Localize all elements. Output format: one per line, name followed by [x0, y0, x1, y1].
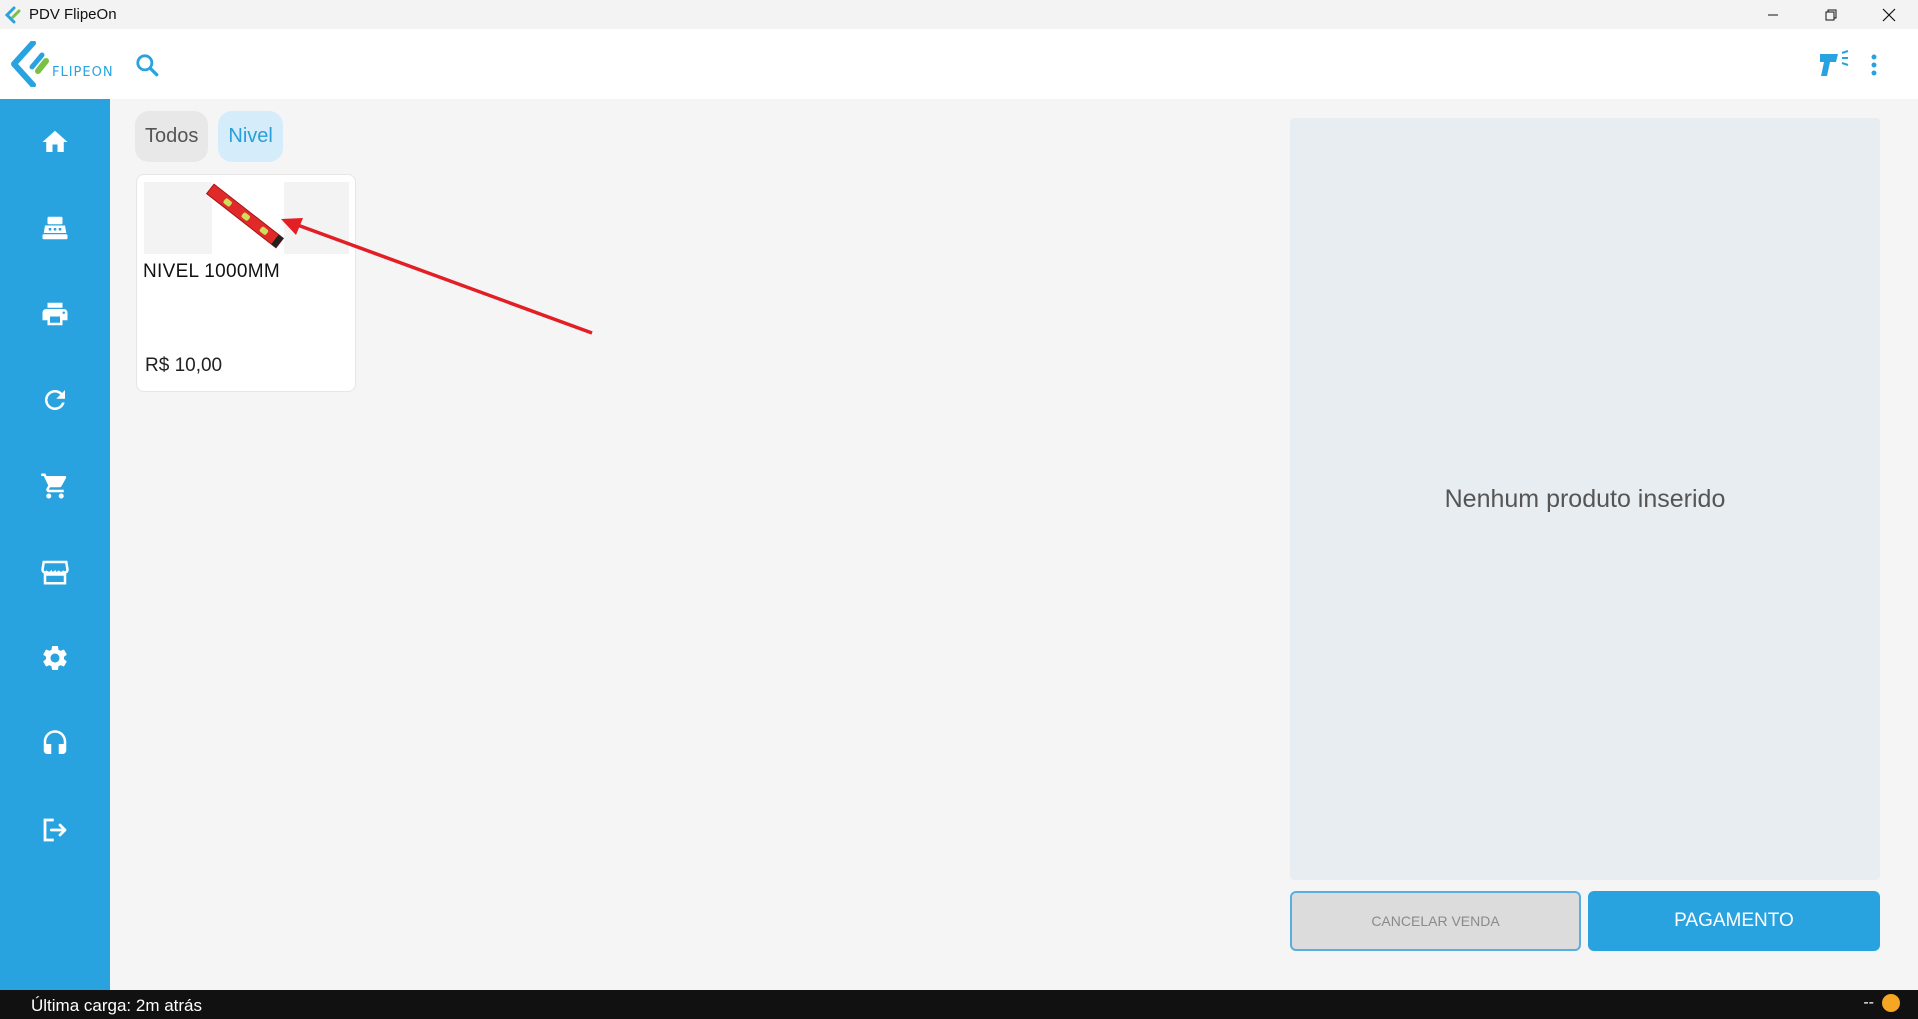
- sidebar-item-logout[interactable]: [0, 798, 110, 862]
- status-right-text: --: [1863, 994, 1874, 1011]
- more-vert-icon: [1871, 54, 1877, 76]
- close-button[interactable]: [1860, 0, 1918, 29]
- logo-text: FLIPEON: [52, 65, 114, 80]
- sidebar-item-sync[interactable]: [0, 368, 110, 432]
- search-button[interactable]: [131, 49, 163, 81]
- cart-icon: [41, 473, 67, 499]
- product-image: [144, 182, 349, 254]
- storefront-icon: [41, 560, 69, 585]
- cash-register-icon: [42, 216, 68, 240]
- cart-empty-message: Nenhum produto inserido: [1444, 484, 1726, 513]
- window-title: PDV FlipeOn: [29, 6, 117, 23]
- minimize-button[interactable]: [1744, 0, 1802, 29]
- payment-button[interactable]: PAGAMENTO: [1588, 891, 1880, 951]
- barcode-scanner-icon: [1820, 50, 1849, 76]
- product-card[interactable]: NIVEL 1000MM R$ 10,00: [136, 174, 356, 392]
- barcode-scanner-button[interactable]: [1815, 47, 1851, 81]
- minimize-icon: [1768, 14, 1778, 15]
- spirit-level-image: [205, 183, 285, 249]
- status-bar: Última carga: 2m atrás --: [0, 990, 1918, 1019]
- cart-panel: Nenhum produto inserido: [1290, 118, 1880, 880]
- app-logo-icon: [2, 4, 24, 26]
- sidebar-item-home[interactable]: [0, 110, 110, 174]
- more-menu-button[interactable]: [1864, 49, 1884, 81]
- sidebar-item-store[interactable]: [0, 540, 110, 604]
- title-bar: PDV FlipeOn: [0, 0, 1918, 29]
- sidebar: [0, 99, 110, 990]
- gear-icon: [43, 645, 67, 670]
- headset-icon: [43, 730, 67, 754]
- sidebar-item-cart[interactable]: [0, 454, 110, 518]
- cancel-sale-button[interactable]: CANCELAR VENDA: [1290, 891, 1581, 951]
- sidebar-item-support[interactable]: [0, 712, 110, 776]
- sidebar-item-cash-register[interactable]: [0, 196, 110, 260]
- sidebar-item-settings[interactable]: [0, 626, 110, 690]
- printer-icon: [42, 302, 68, 326]
- category-chip-all[interactable]: Todos: [135, 111, 209, 162]
- category-filter: Todos Nivel: [135, 111, 283, 162]
- restore-button[interactable]: [1802, 0, 1860, 29]
- home-icon: [42, 130, 68, 152]
- refresh-icon: [45, 390, 65, 410]
- search-icon: [136, 54, 159, 77]
- connection-indicator-icon: [1882, 994, 1900, 1012]
- app-header: FLIPEON: [0, 29, 1918, 99]
- category-chip-nivel[interactable]: Nivel: [218, 111, 283, 162]
- product-name: NIVEL 1000MM: [143, 261, 281, 282]
- product-price: R$ 10,00: [145, 355, 223, 376]
- sidebar-item-print[interactable]: [0, 282, 110, 346]
- restore-icon: [1825, 9, 1837, 20]
- close-icon: [1882, 8, 1896, 21]
- flipeon-logo: FLIPEON: [8, 40, 114, 88]
- logout-icon: [43, 818, 67, 842]
- last-load-status: Última carga: 2m atrás: [31, 996, 202, 1015]
